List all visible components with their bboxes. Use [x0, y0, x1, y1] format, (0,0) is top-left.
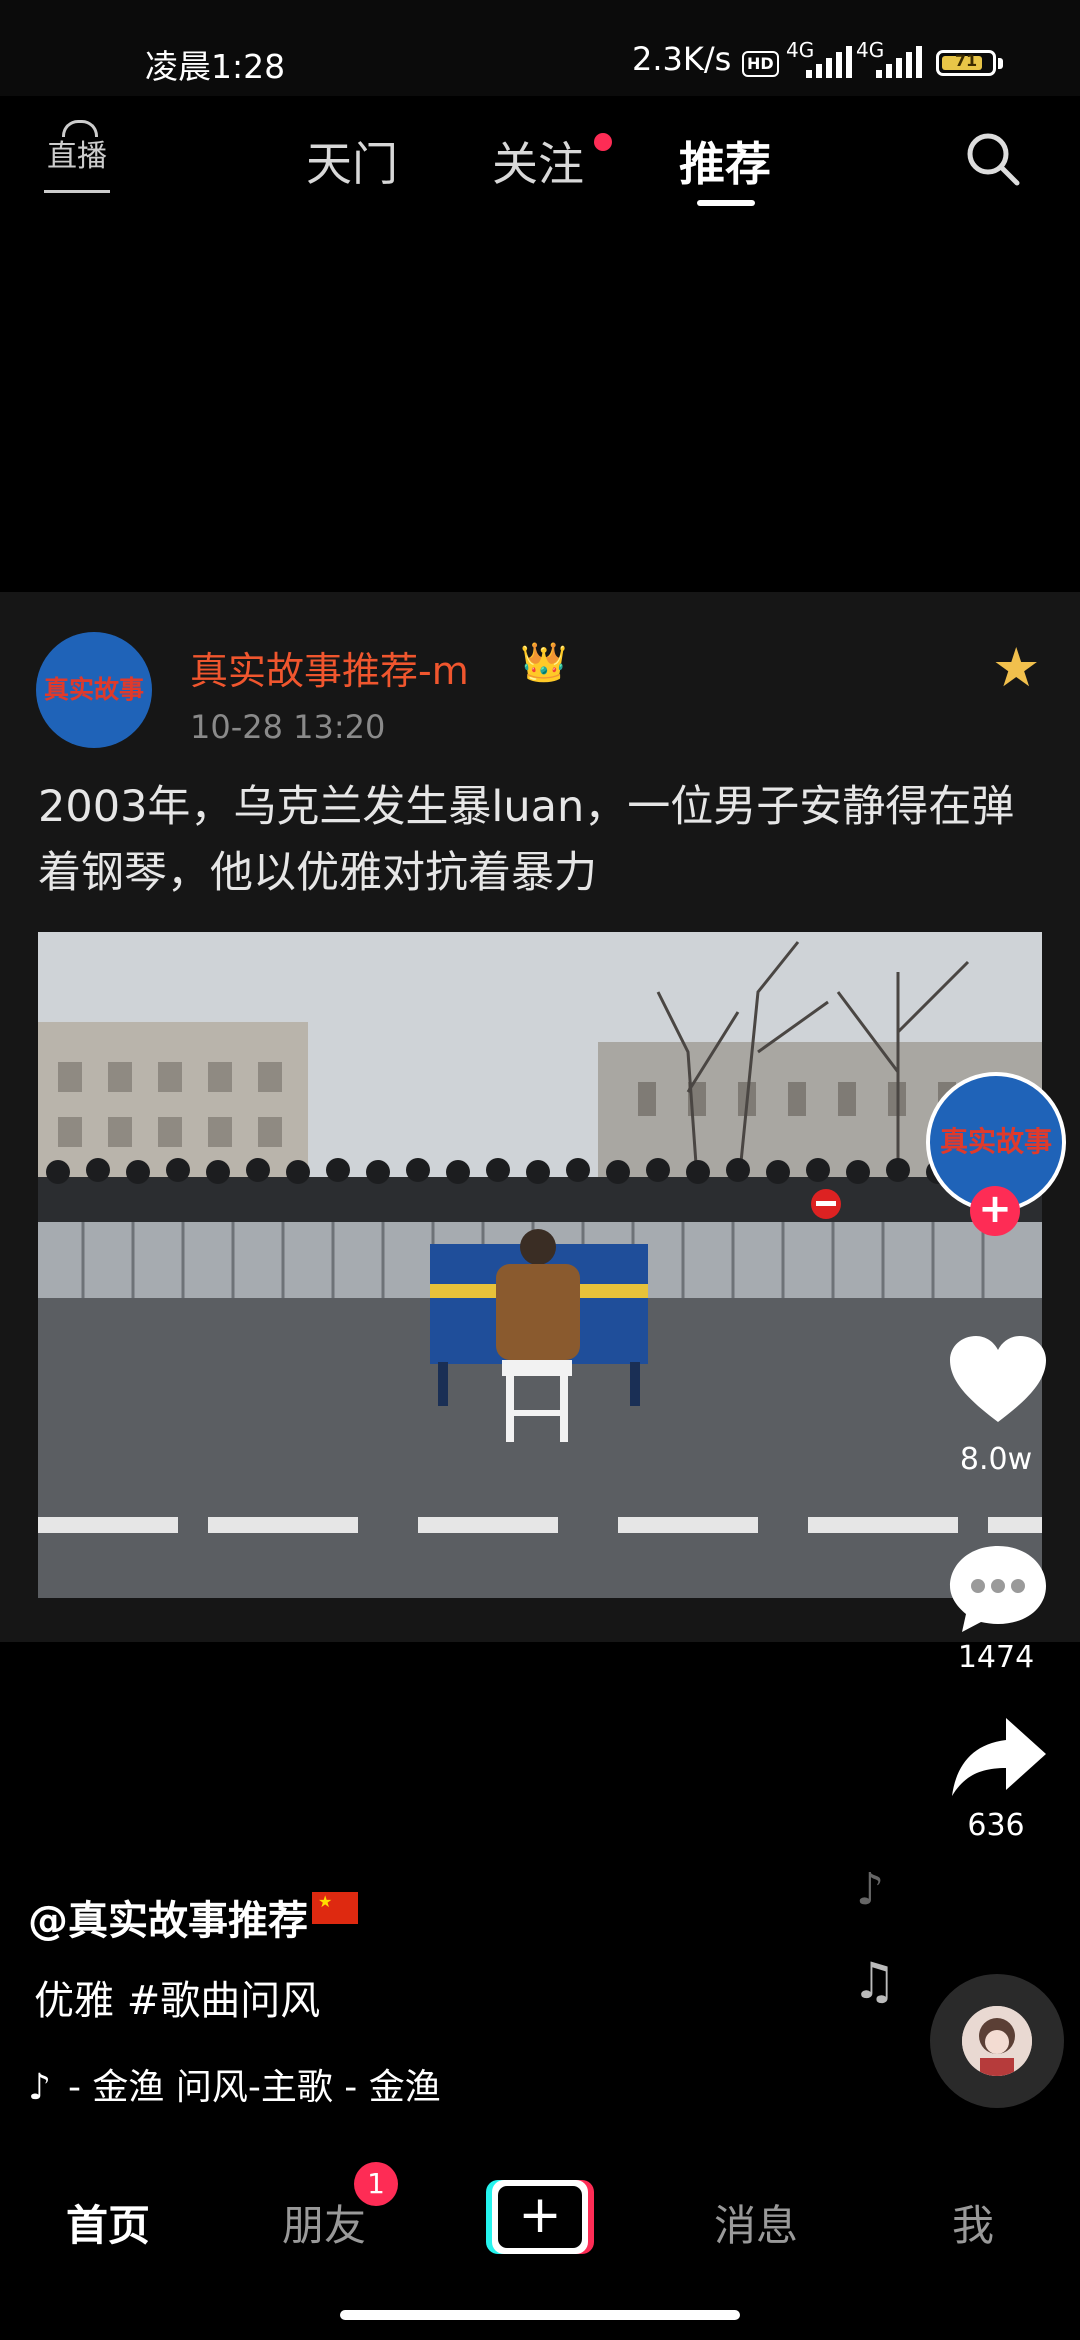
- battery-icon: 71: [936, 50, 996, 76]
- friends-badge: 1: [354, 2162, 398, 2206]
- home-indicator[interactable]: [340, 2310, 740, 2320]
- signal-icon: [876, 44, 922, 78]
- video-caption[interactable]: 优雅 #歌曲问风: [34, 1968, 320, 2026]
- tab-recommended[interactable]: 推荐: [679, 128, 771, 194]
- author-avatar[interactable]: 真实故事: [36, 632, 152, 748]
- comment-count: 1474: [957, 1640, 1035, 1675]
- comment-icon[interactable]: [946, 1540, 1050, 1636]
- active-tab-indicator: [697, 200, 755, 206]
- signal-icon: [806, 44, 852, 78]
- video-username[interactable]: @真实故事推荐: [28, 1888, 308, 1946]
- music-row[interactable]: ♪ - 金渔 问风-主歌 - 金渔: [28, 2058, 441, 2110]
- notification-dot: [594, 133, 612, 151]
- music-disc-cover: [962, 2006, 1032, 2076]
- share-count: 636: [967, 1808, 1025, 1843]
- post-date: 10-28 13:20: [190, 708, 386, 746]
- post-text: 2003年，乌克兰发生暴luan，一位男子安静得在弹着钢琴，他以优雅对抗着暴力: [38, 782, 1015, 898]
- heart-icon[interactable]: [946, 1332, 1050, 1428]
- share-icon[interactable]: [946, 1710, 1050, 1806]
- tab-following[interactable]: 关注: [492, 128, 584, 194]
- tiktok-note-icon: ♪: [28, 2067, 51, 2108]
- battery-level: 71: [954, 51, 978, 70]
- live-button[interactable]: 直播: [44, 124, 110, 193]
- status-time: 凌晨1:28: [145, 47, 286, 86]
- crown-icon: 👑: [520, 640, 568, 684]
- follow-button[interactable]: +: [970, 1186, 1020, 1236]
- music-note-icon: ♫: [852, 1952, 897, 2010]
- hd-badge: HD: [742, 51, 779, 77]
- tab-me[interactable]: 我: [952, 2192, 994, 2253]
- tab-tianmen[interactable]: 天门: [306, 128, 398, 194]
- network-speed: 2.3K/s: [632, 40, 732, 78]
- like-count: 8.0w: [959, 1442, 1033, 1477]
- post-author[interactable]: 真实故事推荐-m: [190, 640, 469, 695]
- music-title: - 金渔 问风-主歌 - 金渔: [68, 2067, 441, 2108]
- plus-icon: +: [498, 2186, 582, 2248]
- battery-tip: [998, 58, 1003, 69]
- post-photo: [38, 932, 1042, 1598]
- create-button[interactable]: +: [486, 2180, 594, 2254]
- star-icon[interactable]: ★: [992, 636, 1040, 699]
- search-icon[interactable]: [964, 130, 1022, 188]
- music-note-icon: ♪: [856, 1864, 885, 1915]
- china-flag-icon: ★: [312, 1892, 358, 1924]
- tab-home[interactable]: 首页: [66, 2192, 150, 2253]
- tab-messages[interactable]: 消息: [714, 2192, 798, 2253]
- tab-friends[interactable]: 朋友: [282, 2192, 366, 2253]
